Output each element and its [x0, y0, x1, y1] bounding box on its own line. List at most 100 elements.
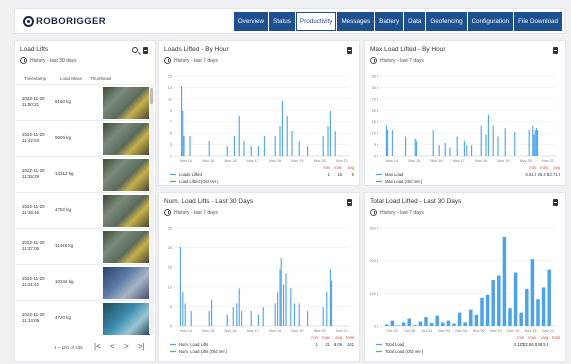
chart-bar: [466, 145, 468, 156]
chart-bar: [415, 140, 417, 156]
load-lifts-history[interactable]: History - last 30 days: [20, 57, 77, 64]
chart-bar: [487, 114, 489, 156]
chart-bar: [279, 126, 281, 156]
legend-label: Total Load: [385, 342, 405, 347]
chart-bar: [274, 303, 276, 326]
tab-productivity[interactable]: Productivity: [295, 12, 337, 31]
x-tick-label: Nov 19: [497, 159, 509, 163]
y-tick-label: 20 t: [372, 109, 379, 113]
table-row[interactable]: 2022-11-20 11:31:42 10344 kg: [16, 264, 156, 300]
num_load_lifts_30-chart: 25 20 15 10 5 0 Nov 14 Nov 15 Nov 16 Nov 17 Nov 18…: [168, 227, 355, 355]
chart-bar: [497, 136, 499, 156]
legend-label: Loads Lifted: [179, 172, 202, 177]
y-tick-label: 25: [168, 227, 172, 231]
table-row[interactable]: 2022-11-20 11:37:05 11446 kg: [16, 228, 156, 264]
table-row[interactable]: 2022-11-20 11:14:05 4720 kg: [16, 300, 156, 336]
last-page-button[interactable]: >|: [138, 342, 145, 351]
chart-bar: [274, 136, 276, 156]
chart-bar: [238, 116, 240, 156]
chart-bar: [432, 130, 434, 156]
app-root: ROBORIGGER Overview Status Productivity Mes…: [0, 0, 571, 364]
chart-bar: [429, 323, 434, 326]
row-thumbnail-image[interactable]: [103, 231, 150, 263]
stat-value: 1: [328, 172, 331, 177]
chart-bar: [262, 307, 264, 326]
download-icon[interactable]: [143, 47, 148, 54]
chart-bar: [285, 273, 287, 326]
chart-bar: [492, 125, 494, 156]
first-page-button[interactable]: |<: [94, 342, 101, 351]
chart-bar: [532, 125, 534, 156]
row-thumbnail-image[interactable]: [103, 267, 150, 299]
row-thumbnail-image[interactable]: [103, 159, 150, 191]
load-lifts-title: Load Lifts: [20, 46, 49, 53]
chart-bar: [535, 127, 537, 156]
y-tick-label: 25 t: [372, 97, 379, 101]
x-tick-label: Nov 19: [291, 159, 303, 163]
x-tick-label: Nov 17: [453, 159, 465, 163]
y-tick-label: 0: [170, 325, 172, 329]
table-row[interactable]: 2022-11-20 11:50:21 6160 kg: [16, 84, 156, 120]
x-tick-label: Nov 09: [473, 329, 485, 333]
chart-bar: [283, 284, 285, 326]
tab-status[interactable]: Status: [269, 12, 295, 31]
chart-bar: [391, 130, 393, 156]
chart-bar: [211, 299, 213, 326]
chart-bar: [263, 136, 265, 156]
app-logo[interactable]: ROBORIGGER: [23, 15, 106, 27]
col-timestamp[interactable]: Timestamp: [24, 76, 46, 81]
x-tick-label: Nov 03: [438, 329, 450, 333]
row-thumbnail-image[interactable]: [103, 123, 150, 155]
next-page-button[interactable]: >: [124, 342, 129, 351]
tab-data[interactable]: Data: [404, 12, 426, 31]
stat-header: avg: [347, 165, 354, 170]
row-thumbnail-image[interactable]: [103, 87, 150, 119]
table-row[interactable]: 2022-11-20 11:39:29 13312 kg: [16, 156, 156, 192]
chart-bar: [233, 136, 235, 156]
chart-bar: [438, 145, 440, 156]
tab-geofencing[interactable]: Geofencing: [426, 12, 467, 31]
chart-bar: [407, 318, 411, 326]
y-tick-label: 0 t: [374, 325, 379, 329]
chart-bar: [322, 136, 324, 156]
chart-bar: [469, 309, 473, 326]
chart-bar: [401, 322, 406, 326]
chart-bar: [307, 310, 309, 326]
table-scrollbar[interactable]: [149, 84, 154, 334]
chart-bar: [536, 299, 540, 326]
y-tick-label: 5: [170, 305, 172, 309]
x-tick-label: Nov 15: [408, 159, 420, 163]
search-icon[interactable]: [132, 47, 138, 53]
legend-label: Num. Load Lifts (Old Ver.): [179, 349, 228, 354]
table-row[interactable]: 2022-11-20 11:42:54 9600 kg: [16, 120, 156, 156]
row-thumbnail-image[interactable]: [103, 303, 150, 335]
prev-page-button[interactable]: <: [110, 342, 115, 351]
tab-configuration[interactable]: Configuration: [467, 12, 514, 31]
chart-bar: [184, 303, 186, 326]
table-row[interactable]: 2022-11-20 11:38:46 4752 kg: [16, 192, 156, 228]
row-timestamp: 2022-11-20 11:31:42: [22, 276, 50, 288]
col-load-mass[interactable]: Load Mass: [60, 76, 82, 81]
chart-bar: [298, 141, 300, 156]
y-tick-label: 3: [170, 143, 172, 147]
chart-bar: [326, 292, 328, 326]
load-lifts-table-body: 2022-11-20 11:50:21 6160 kg 2022-11-20 11:42…: [16, 84, 156, 336]
row-time: 11:50:21: [22, 102, 40, 107]
legend-label: Load Lifted (Old Ver.): [179, 179, 219, 184]
row-thumbnail-image[interactable]: [103, 195, 150, 227]
tab-messages[interactable]: Messages: [337, 12, 375, 31]
chart-bar: [414, 138, 416, 156]
x-tick-label: Nov 18: [269, 329, 281, 333]
stat-header: min: [311, 335, 318, 340]
y-tick-label: 10: [168, 285, 172, 289]
tab-battery[interactable]: Battery: [375, 12, 404, 31]
legend-label: Num. Load Lifts: [179, 342, 208, 347]
chart-bar: [463, 322, 467, 326]
tab-file-download[interactable]: File Download: [514, 12, 562, 31]
chart-bar: [322, 307, 324, 326]
row-time: 11:37:05: [22, 246, 40, 251]
chart-bar: [257, 314, 259, 326]
scrollbar-thumb[interactable]: [150, 88, 153, 104]
y-tick-label: 13: [168, 86, 172, 90]
tab-overview[interactable]: Overview: [233, 12, 269, 31]
